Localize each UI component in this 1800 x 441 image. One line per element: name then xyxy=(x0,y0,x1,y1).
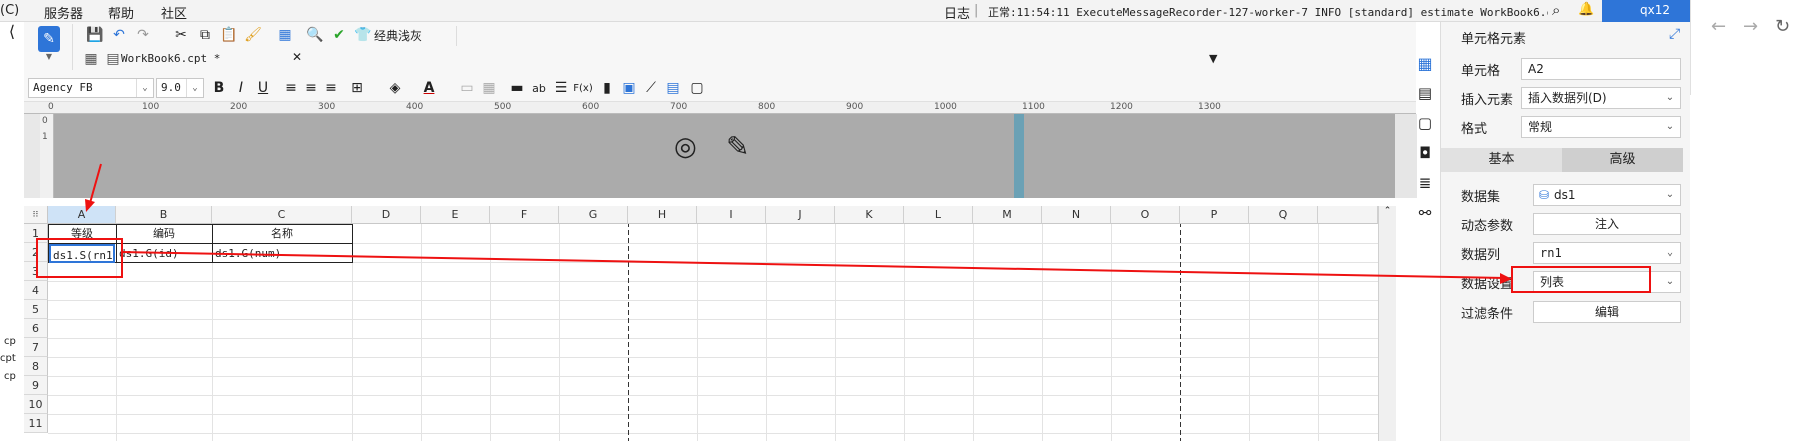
annotation-arrows xyxy=(85,163,1512,284)
